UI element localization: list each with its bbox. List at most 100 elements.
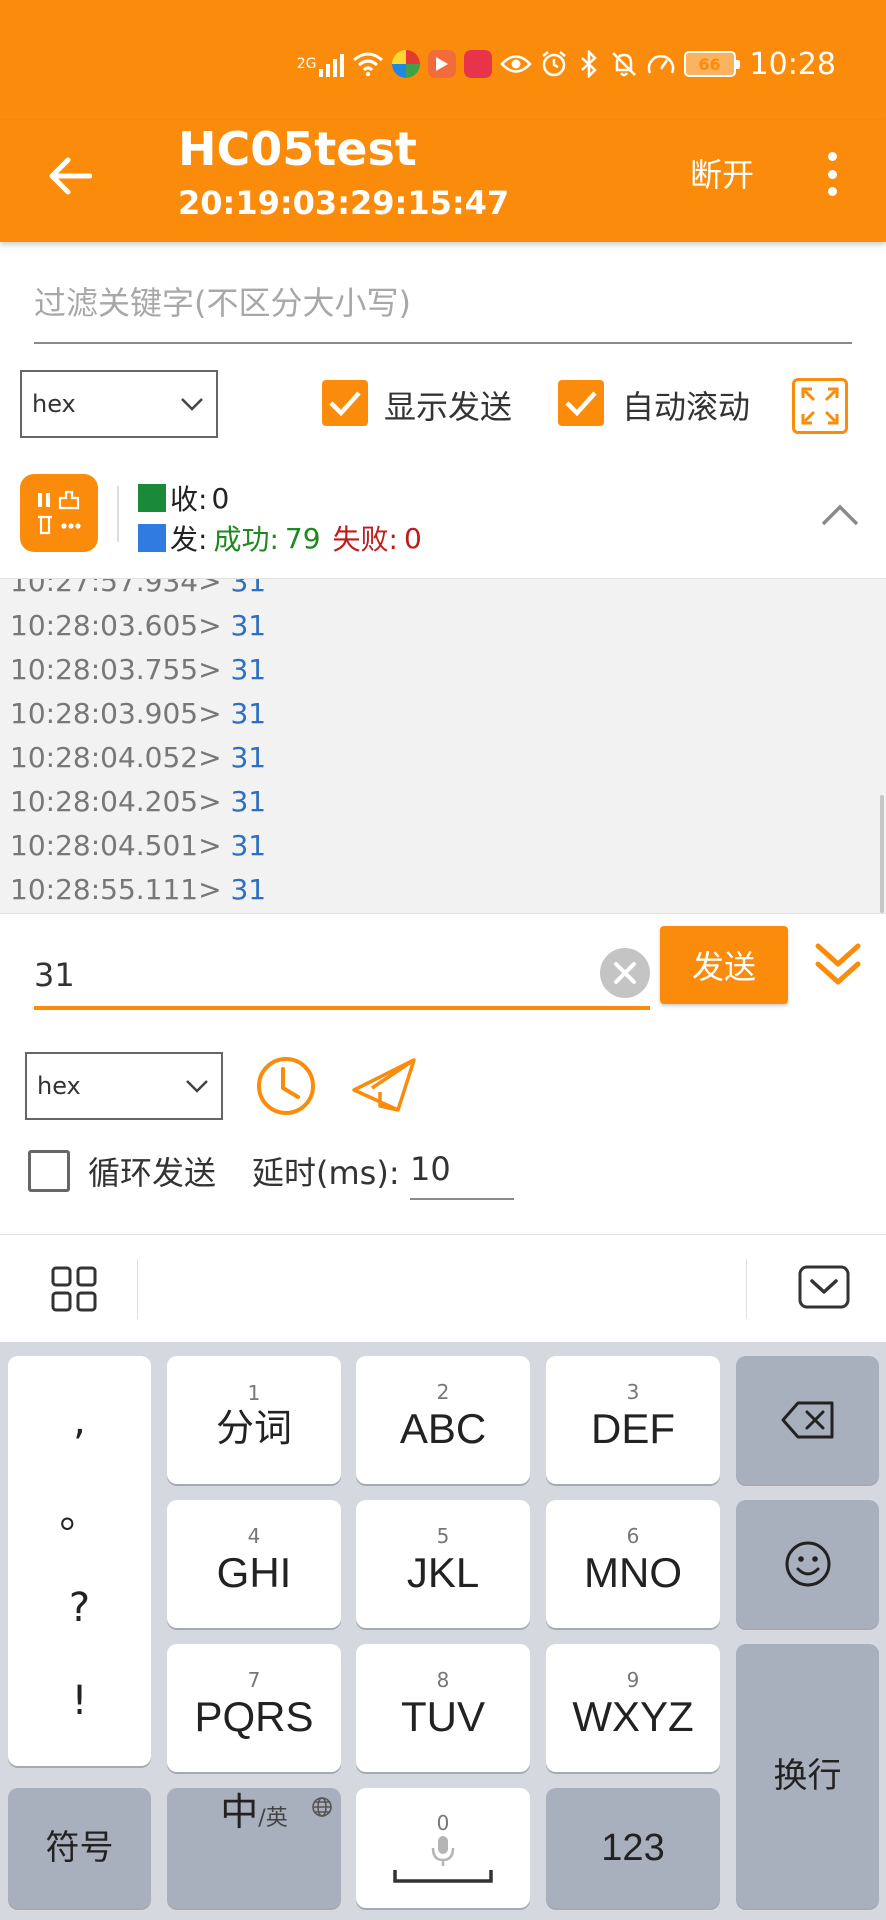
quick-send-button[interactable] [350, 1054, 418, 1118]
symbols-key[interactable]: 符号 [8, 1788, 151, 1908]
receive-label: 收: [170, 483, 208, 516]
chevron-down-icon [181, 398, 203, 411]
auto-scroll-label: 自动滚动 [622, 388, 751, 426]
receive-format-select[interactable]: hex [20, 370, 218, 438]
log-line: 10:28:04.501> 31 [10, 829, 267, 862]
send-color-swatch [138, 524, 166, 552]
space-bar-icon [393, 1870, 493, 1883]
grid-icon [51, 1266, 97, 1312]
paper-plane-icon [352, 1058, 416, 1112]
fail-count: 0 [403, 521, 422, 555]
key-1[interactable]: 1 分词 [167, 1356, 341, 1484]
key-6[interactable]: 6 MNO [546, 1500, 720, 1628]
status-bar: 2G 66 10:28 [0, 0, 886, 120]
backspace-icon [781, 1401, 833, 1439]
fullscreen-icon [801, 387, 839, 425]
keyboard-toolbar [0, 1234, 886, 1342]
disconnect-button[interactable]: 断开 [690, 150, 754, 196]
log-line: 10:28:03.605> 31 [10, 609, 267, 642]
show-send-label: 显示发送 [384, 388, 513, 426]
send-input[interactable]: 31 [34, 950, 650, 1010]
collapse-stats-button[interactable] [820, 496, 860, 536]
receive-stats: 收: 0 [138, 478, 229, 518]
send-label: 发: [170, 523, 208, 556]
key-3[interactable]: 3 DEF [546, 1356, 720, 1484]
hide-keyboard-button[interactable] [798, 1265, 850, 1309]
log-scrollbar[interactable] [880, 795, 884, 913]
key-4[interactable]: 4 GHI [167, 1500, 341, 1628]
toggle-send-panel-button[interactable] [812, 940, 864, 990]
signal-icon: 2G [297, 49, 344, 79]
stats-actions-button[interactable] [20, 474, 98, 552]
show-send-checkbox[interactable] [322, 380, 368, 426]
comma-key[interactable]: , [73, 1401, 86, 1441]
keyboard-menu-button[interactable] [50, 1265, 98, 1313]
send-button[interactable]: 发送 [660, 926, 788, 1004]
message-log[interactable]: 10:27:57.934> 31 10:28:03.605> 31 10:28:… [0, 578, 886, 914]
double-chevron-down-icon [815, 943, 861, 985]
battery-icon: 66 [683, 51, 740, 77]
number-mode-key[interactable]: 123 [546, 1788, 720, 1908]
key-8[interactable]: 8 TUV [356, 1644, 530, 1772]
alarm-icon [540, 49, 568, 79]
network-type: 2G [296, 56, 317, 72]
arrow-left-icon [49, 157, 92, 195]
store-app-icon [463, 50, 492, 78]
more-menu-button[interactable] [818, 146, 846, 202]
clear-input-button[interactable] [600, 948, 650, 998]
device-address: 20:19:03:29:15:47 [178, 184, 510, 222]
log-line: 10:28:04.052> 31 [10, 741, 267, 774]
log-line: 10:28:04.205> 31 [10, 785, 267, 818]
receive-format-value: hex [32, 390, 76, 418]
log-line: 10:28:55.111> 31 [10, 873, 267, 906]
timer-send-button[interactable] [254, 1054, 318, 1118]
filter-input[interactable]: 过滤关键字(不区分大小写) [34, 278, 852, 344]
punctuation-key[interactable]: , 。 ? ! [8, 1356, 151, 1766]
status-icons: 2G 66 10:28 [297, 44, 836, 84]
emoji-key[interactable] [736, 1500, 879, 1628]
receive-count: 0 [211, 481, 230, 515]
back-button[interactable] [40, 146, 100, 206]
backspace-key[interactable] [736, 1356, 879, 1484]
log-line: 10:28:03.905> 31 [10, 697, 267, 730]
check-icon [565, 391, 597, 417]
pause-clean-delete-more-icon [38, 490, 81, 535]
globe-icon [311, 1796, 333, 1823]
enter-key[interactable]: 换行 [736, 1644, 879, 1908]
status-time: 10:28 [749, 46, 836, 82]
clear-circle-icon [614, 962, 636, 984]
check-icon [329, 391, 361, 417]
app-bar: HC05test 20:19:03:29:15:47 断开 [0, 120, 886, 242]
exclamation-key[interactable]: ! [71, 1681, 87, 1721]
bluetooth-icon [576, 49, 602, 79]
key-2[interactable]: 2 ABC [356, 1356, 530, 1484]
soft-keyboard: , 。 ? ! 1 分词 2 ABC 3 DEF 4 GHI 5 JKL 6 M… [0, 1342, 886, 1920]
auto-scroll-checkbox[interactable] [558, 380, 604, 426]
log-line: 10:28:03.755> 31 [10, 653, 267, 686]
page-title: HC05test [178, 122, 417, 176]
toolbar-divider [137, 1259, 138, 1319]
speed-icon [646, 49, 676, 79]
send-format-select[interactable]: hex [25, 1052, 223, 1120]
send-format-value: hex [37, 1072, 81, 1100]
key-7[interactable]: 7 PQRS [167, 1644, 341, 1772]
video-app-icon [427, 50, 456, 78]
key-9[interactable]: 9 WXYZ [546, 1644, 720, 1772]
chevron-down-icon [186, 1080, 208, 1093]
delay-input[interactable]: 10 [410, 1144, 514, 1200]
clock-icon [257, 1057, 315, 1115]
question-key[interactable]: ? [69, 1588, 90, 1628]
period-key[interactable]: 。 [60, 1494, 100, 1534]
wifi-icon [352, 49, 384, 79]
language-switch-key[interactable]: 中 /英 [167, 1788, 341, 1908]
fullscreen-button[interactable] [792, 378, 848, 434]
log-line: 10:27:57.934> 31 [10, 578, 267, 598]
keyboard-hide-icon [798, 1265, 850, 1309]
app-notification-icon [391, 50, 420, 78]
loop-send-checkbox[interactable] [28, 1150, 70, 1192]
receive-color-swatch [138, 484, 166, 512]
success-count: 79 [284, 521, 321, 555]
space-key[interactable]: 0 [356, 1788, 530, 1908]
toolbar-divider [746, 1259, 747, 1319]
key-5[interactable]: 5 JKL [356, 1500, 530, 1628]
